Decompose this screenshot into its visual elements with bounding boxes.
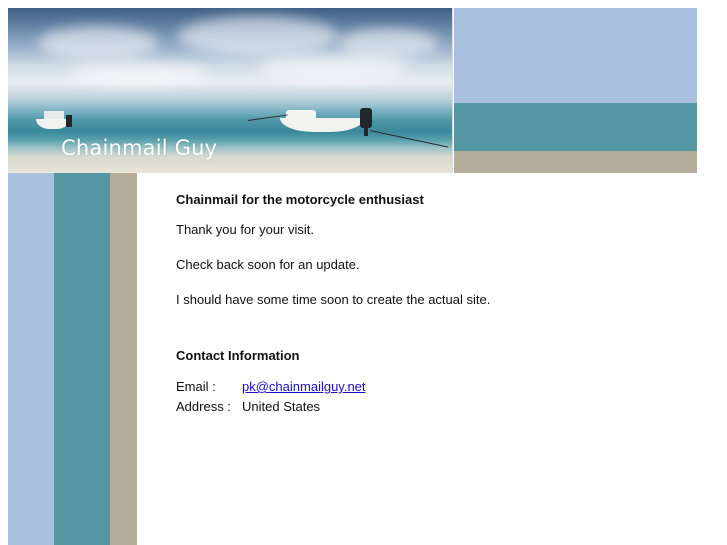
- site-title: Chainmail Guy: [61, 136, 218, 160]
- address-label: Address :: [176, 399, 231, 414]
- page: Chainmail Guy Chainmail for the motorcyc…: [0, 0, 727, 545]
- page-heading: Chainmail for the motorcycle enthusiast: [176, 192, 424, 207]
- banner-divider: [452, 8, 453, 173]
- paragraph-thank-you: Thank you for your visit.: [176, 222, 314, 237]
- header-banner: Chainmail Guy: [8, 8, 697, 173]
- small-boat-image: [36, 109, 76, 131]
- paragraph-check-back: Check back soon for an update.: [176, 257, 360, 272]
- banner-tan-band: [454, 151, 697, 173]
- email-value-cell: pk@chainmailguy.net: [242, 377, 366, 397]
- banner-teal-band: [454, 103, 697, 151]
- email-label: Email :: [176, 379, 216, 394]
- banner-blue-band: [454, 8, 697, 103]
- email-link[interactable]: pk@chainmailguy.net: [242, 379, 366, 394]
- boat-image: [280, 106, 390, 138]
- contact-heading: Contact Information: [176, 348, 300, 363]
- address-value: United States: [242, 399, 321, 414]
- paragraph-actual-site: I should have some time soon to create t…: [176, 292, 491, 307]
- sidebar-tan-column: [110, 173, 137, 545]
- contact-table: Email : pk@chainmailguy.net Address : Un…: [176, 377, 366, 417]
- contact-row-email: Email : pk@chainmailguy.net: [176, 377, 366, 397]
- beach-photo: Chainmail Guy: [8, 8, 453, 173]
- sidebar-blue-column: [8, 173, 54, 545]
- main-content: Chainmail for the motorcycle enthusiast …: [176, 192, 696, 417]
- sidebar-teal-column: [54, 173, 110, 545]
- contact-row-address: Address : United States: [176, 397, 366, 417]
